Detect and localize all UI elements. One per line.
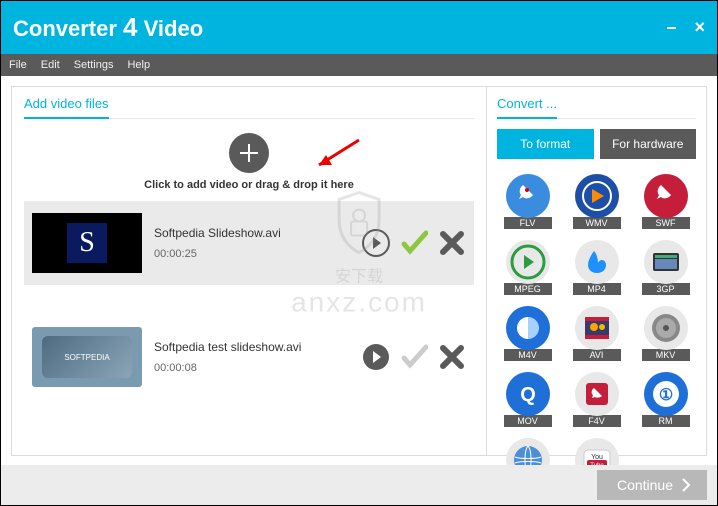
play-icon[interactable] [362,229,390,257]
menu-help[interactable]: Help [127,59,150,71]
format-wmv[interactable]: WMV [566,173,627,229]
video-filename: Softpedia Slideshow.avi [154,226,350,240]
svg-text:Q: Q [520,384,536,406]
plus-icon [239,143,259,163]
video-thumbnail: SOFTPEDIA [32,327,142,387]
format-avi[interactable]: AVI [566,305,627,361]
add-area[interactable]: Click to add video or drag & drop it her… [24,127,474,201]
continue-label: Continue [617,477,673,493]
video-item[interactable]: S Softpedia Slideshow.avi 00:00:25 [24,201,474,285]
title-num: 4 [123,12,137,42]
video-actions [362,343,466,371]
convert-tabs: To format For hardware [497,129,696,159]
video-item[interactable]: SOFTPEDIA Softpedia test slideshow.avi 0… [24,315,474,399]
format-mkv[interactable]: MKV [635,305,696,361]
footer: Continue [1,465,717,505]
convert-panel: Convert ... To format For hardware FLV W… [487,86,707,456]
titlebar: Converter 4 Video – × [1,1,717,54]
format-f4v[interactable]: F4V [566,371,627,427]
format-mpeg[interactable]: MPEG [497,239,558,295]
video-info: Softpedia Slideshow.avi 00:00:25 [154,226,350,260]
tab-for-hardware[interactable]: For hardware [600,129,697,159]
continue-button[interactable]: Continue [597,470,707,500]
spacer [24,285,474,315]
format-mov[interactable]: QMOV [497,371,558,427]
menu-file[interactable]: File [9,59,27,71]
format-3gp[interactable]: 3GP [635,239,696,295]
format-grid: FLV WMV SWF MPEG MP4 3GP M4V AVI MKV QMO… [497,173,696,493]
arrow-annotation [304,135,364,175]
chevron-right-icon [681,478,691,492]
svg-text:You: You [591,454,603,461]
app-title: Converter 4 Video [13,12,203,43]
add-video-title: Add video files [24,96,109,119]
menubar: File Edit Settings Help [1,54,717,76]
menu-edit[interactable]: Edit [41,59,60,71]
play-icon[interactable] [362,343,390,371]
check-icon[interactable] [400,229,428,257]
video-thumbnail: S [32,213,142,273]
svg-text:①: ① [658,387,672,404]
video-info: Softpedia test slideshow.avi 00:00:08 [154,340,350,374]
add-video-button[interactable] [229,133,269,173]
menu-settings[interactable]: Settings [74,59,114,71]
remove-icon[interactable] [438,343,466,371]
main-content: Add video files Click to add video or dr… [1,76,717,466]
add-hint-text: Click to add video or drag & drop it her… [24,179,474,191]
remove-icon[interactable] [438,229,466,257]
video-filename: Softpedia test slideshow.avi [154,340,350,354]
format-flv[interactable]: FLV [497,173,558,229]
format-swf[interactable]: SWF [635,173,696,229]
convert-title: Convert ... [497,96,557,119]
close-button[interactable]: × [694,17,705,38]
tab-to-format[interactable]: To format [497,129,594,159]
window-controls: – × [666,17,705,38]
format-m4v[interactable]: M4V [497,305,558,361]
format-mp4[interactable]: MP4 [566,239,627,295]
video-duration: 00:00:25 [154,248,350,260]
add-video-panel: Add video files Click to add video or dr… [11,86,487,456]
title-post: Video [144,16,204,41]
check-icon[interactable] [400,343,428,371]
video-duration: 00:00:08 [154,362,350,374]
minimize-button[interactable]: – [666,17,676,38]
format-rm[interactable]: ①RM [635,371,696,427]
video-actions [362,229,466,257]
title-pre: Converter [13,16,117,41]
